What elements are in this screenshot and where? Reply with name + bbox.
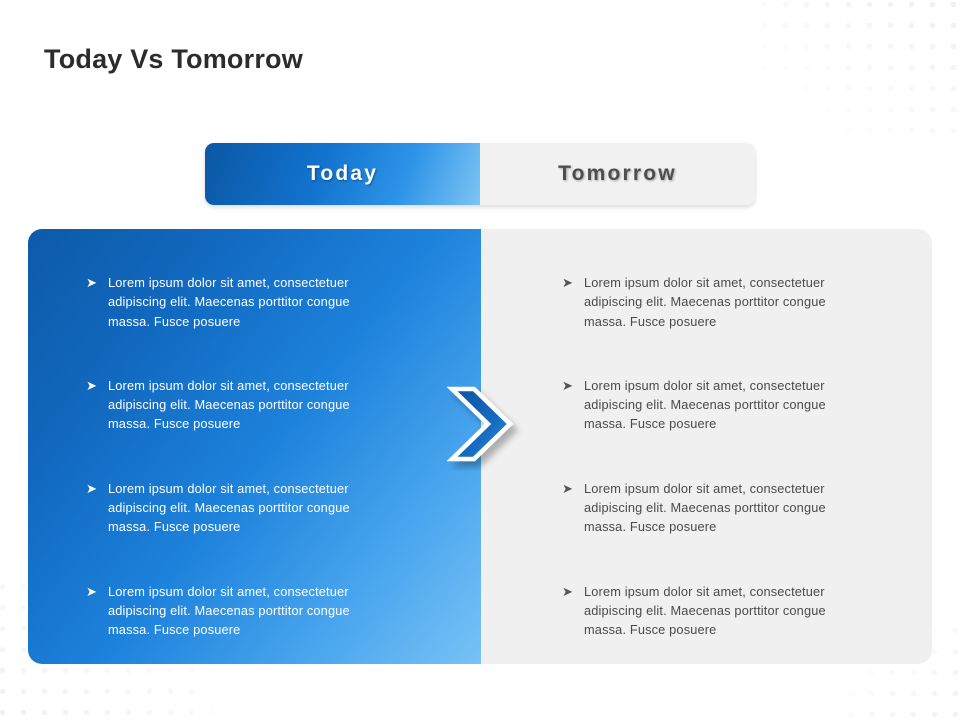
- tab-today-label: Today: [306, 162, 379, 185]
- list-item-text: Lorem ipsum dolor sit amet, consectetuer…: [584, 275, 826, 329]
- list-item-text: Lorem ipsum dolor sit amet, consectetuer…: [584, 480, 826, 535]
- arrow-bullet-icon: ➤: [86, 583, 97, 599]
- bullet-list-tomorrow: ➤ Lorem ipsum dolor sit amet, consectetu…: [562, 273, 862, 640]
- arrow-bullet-icon: ➤: [86, 377, 97, 393]
- list-item-text: Lorem ipsum dolor sit amet, consectetuer…: [108, 583, 350, 638]
- comparison-tab-bar: Today Tomorrow: [205, 143, 755, 205]
- list-item-text: Lorem ipsum dolor sit amet, consectetuer…: [108, 480, 350, 535]
- tab-tomorrow-label: Tomorrow: [558, 162, 677, 185]
- slide-canvas: Today Vs Tomorrow Today Tomorrow ➤ Lorem…: [0, 0, 960, 720]
- list-item-text: Lorem ipsum dolor sit amet, consectetuer…: [584, 377, 826, 432]
- arrow-bullet-icon: ➤: [562, 275, 573, 290]
- arrow-bullet-icon: ➤: [562, 583, 573, 599]
- comparison-panels: ➤ Lorem ipsum dolor sit amet, consectetu…: [28, 229, 932, 664]
- list-item: ➤ Lorem ipsum dolor sit amet, consectetu…: [86, 273, 386, 331]
- dot-pattern-top-right-decoration: [754, 0, 960, 144]
- list-item: ➤ Lorem ipsum dolor sit amet, consectetu…: [562, 582, 862, 640]
- arrow-bullet-icon: ➤: [562, 480, 573, 496]
- page-title: Today Vs Tomorrow: [44, 44, 303, 74]
- arrow-bullet-icon: ➤: [86, 480, 97, 496]
- panel-tomorrow: ➤ Lorem ipsum dolor sit amet, consectetu…: [481, 229, 932, 664]
- panel-today: ➤ Lorem ipsum dolor sit amet, consectetu…: [28, 229, 481, 664]
- list-item-text: Lorem ipsum dolor sit amet, consectetuer…: [584, 583, 826, 638]
- tab-tomorrow[interactable]: Tomorrow: [480, 143, 755, 205]
- list-item: ➤ Lorem ipsum dolor sit amet, consectetu…: [562, 273, 862, 331]
- list-item: ➤ Lorem ipsum dolor sit amet, consectetu…: [562, 376, 862, 434]
- list-item-text: Lorem ipsum dolor sit amet, consectetuer…: [108, 377, 350, 432]
- arrow-bullet-icon: ➤: [562, 377, 573, 393]
- bullet-list-today: ➤ Lorem ipsum dolor sit amet, consectetu…: [86, 273, 386, 640]
- list-item-text: Lorem ipsum dolor sit amet, consectetuer…: [108, 275, 350, 329]
- list-item: ➤ Lorem ipsum dolor sit amet, consectetu…: [86, 582, 386, 640]
- list-item: ➤ Lorem ipsum dolor sit amet, consectetu…: [86, 376, 386, 434]
- arrow-bullet-icon: ➤: [86, 275, 97, 290]
- list-item: ➤ Lorem ipsum dolor sit amet, consectetu…: [86, 479, 386, 537]
- tab-today[interactable]: Today: [205, 143, 480, 205]
- list-item: ➤ Lorem ipsum dolor sit amet, consectetu…: [562, 479, 862, 537]
